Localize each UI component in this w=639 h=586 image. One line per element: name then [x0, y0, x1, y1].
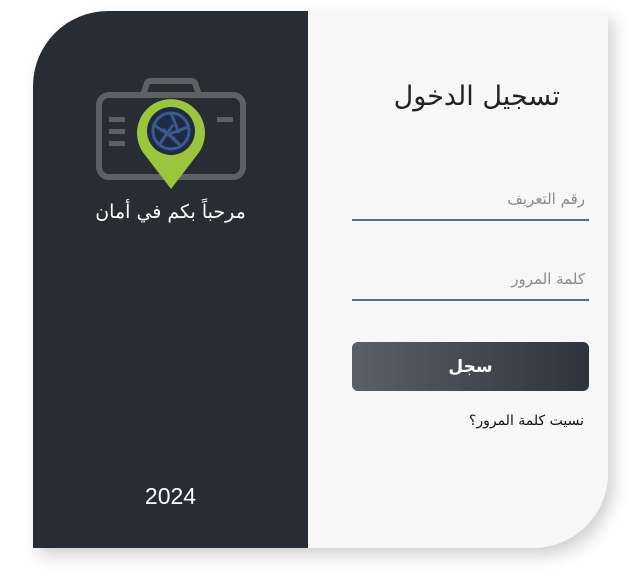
login-title: تسجيل الدخول: [393, 81, 560, 112]
login-form-panel: تسجيل الدخول سجل نسيت كلمة المرور؟: [308, 11, 608, 548]
login-button[interactable]: سجل: [352, 342, 589, 391]
password-input[interactable]: [352, 259, 589, 301]
brand-panel: مرحباً بكم في أمان 2024: [33, 11, 308, 548]
copyright-year: 2024: [144, 483, 197, 509]
id-number-input[interactable]: [352, 179, 589, 221]
welcome-text: مرحباً بكم في أمان: [95, 201, 246, 223]
login-card: مرحباً بكم في أمان 2024 تسجيل الدخول سجل…: [33, 11, 608, 548]
page: مرحباً بكم في أمان 2024 تسجيل الدخول سجل…: [0, 0, 639, 586]
forgot-password-link[interactable]: نسيت كلمة المرور؟: [469, 413, 584, 429]
camera-location-pin-icon: [96, 78, 246, 189]
